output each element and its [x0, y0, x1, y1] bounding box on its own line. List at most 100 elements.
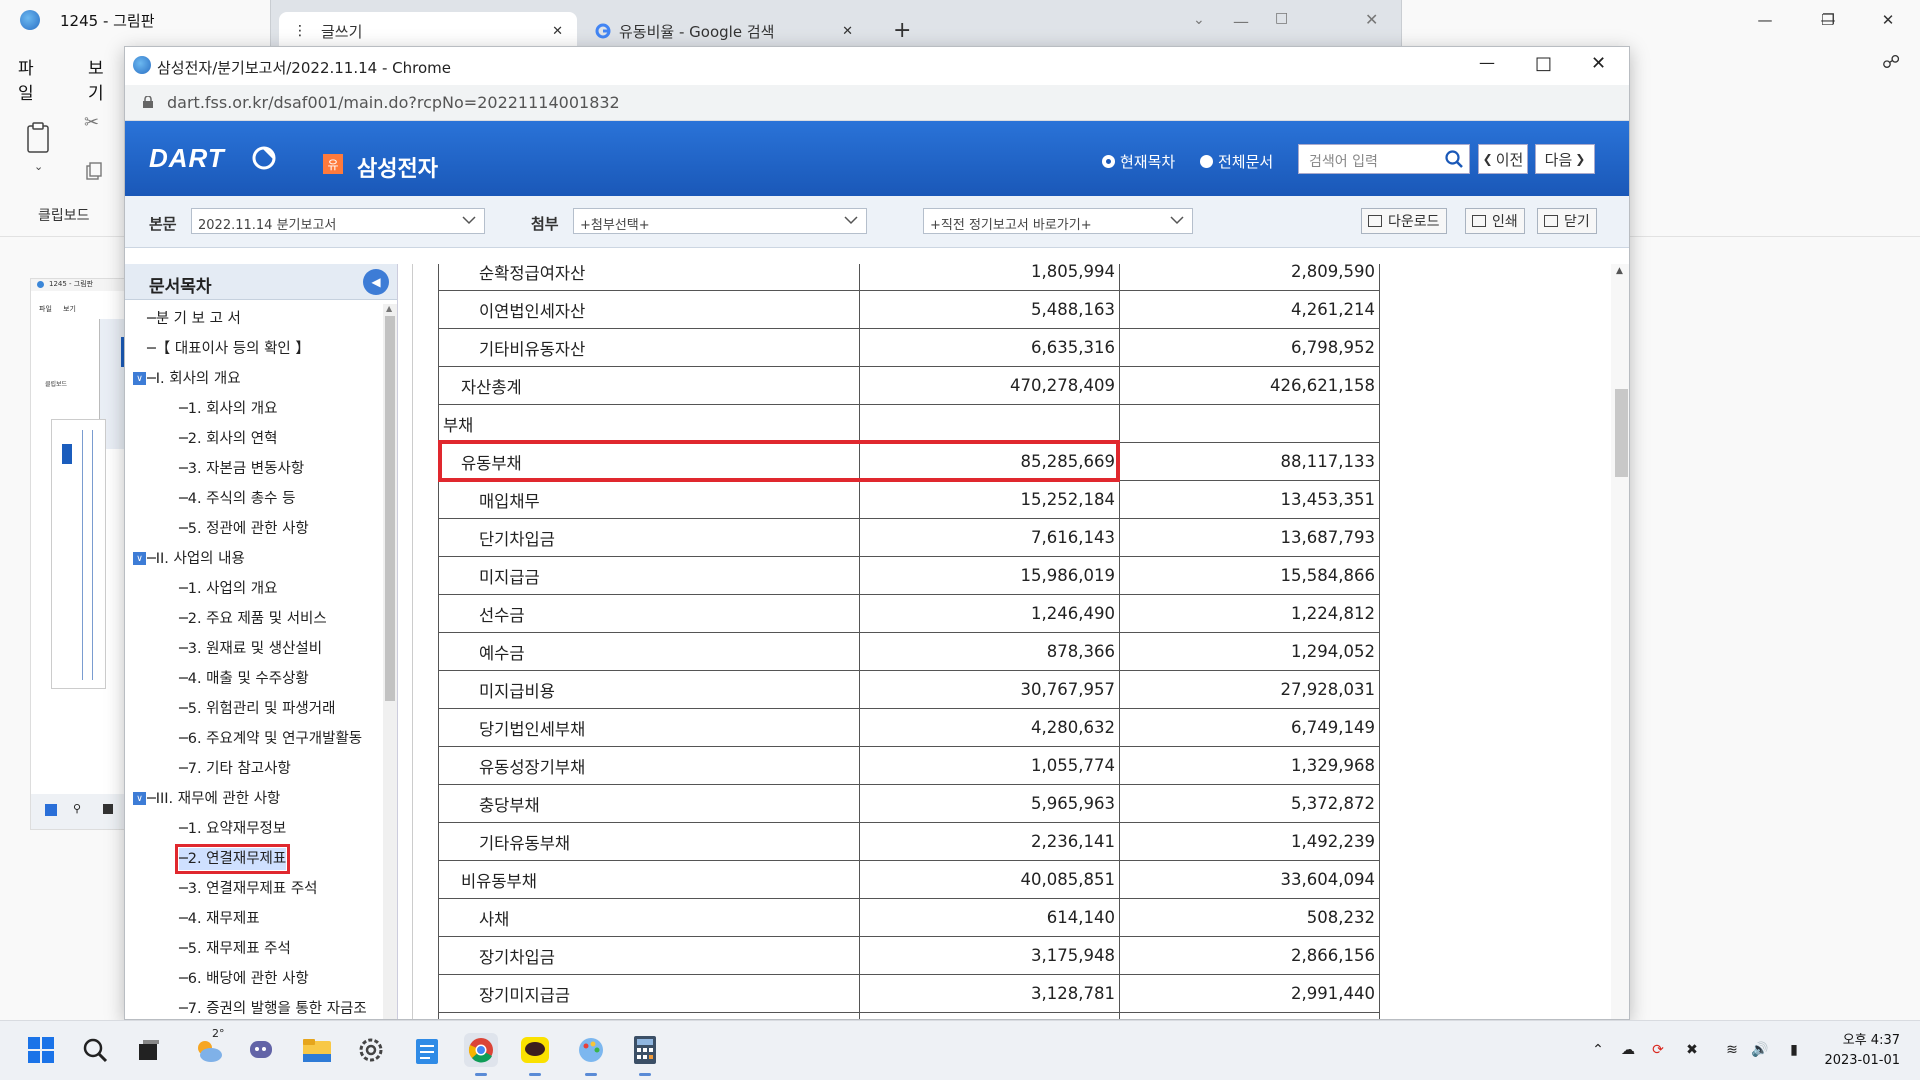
- volume-icon[interactable]: 🔊: [1750, 1040, 1770, 1060]
- toc-item[interactable]: ─1. 회사의 개요: [179, 398, 277, 420]
- scroll-up-icon[interactable]: ▲: [386, 304, 392, 313]
- calculator-icon[interactable]: [628, 1033, 662, 1076]
- chrome-maximize-icon[interactable]: □: [1535, 53, 1552, 74]
- share-icon[interactable]: ☍: [1882, 52, 1900, 73]
- url-text[interactable]: dart.fss.or.kr/dsaf001/main.do?rcpNo=202…: [167, 93, 620, 112]
- toc-item[interactable]: ─4. 매출 및 수주상황: [179, 668, 309, 690]
- chrome-icon[interactable]: [464, 1033, 498, 1076]
- toc-item[interactable]: ─2. 주요 제품 및 서비스: [179, 608, 327, 630]
- toc-item[interactable]: ─4. 주식의 총수 등: [179, 488, 295, 510]
- toc-item[interactable]: ─1. 요약재무정보: [179, 818, 286, 840]
- account-label: 유동부채: [438, 442, 860, 481]
- copy-icon[interactable]: [86, 162, 102, 180]
- notepad-icon[interactable]: [410, 1033, 444, 1067]
- scroll-up-icon[interactable]: ▲: [1616, 266, 1623, 276]
- teams-chat-icon[interactable]: [244, 1033, 278, 1067]
- account-label: 당기법인세부채: [438, 708, 860, 747]
- weather-icon[interactable]: 2°: [192, 1027, 226, 1067]
- thumb-taskbar: ⚲: [31, 794, 131, 829]
- toc-item[interactable]: ─분 기 보 고 서: [147, 308, 241, 330]
- toc-item[interactable]: ─7. 증권의 발행을 통한 자금조: [179, 998, 367, 1019]
- toc-item[interactable]: ─7. 기타 참고사항: [179, 758, 291, 780]
- body-select[interactable]: 2022.11.14 분기보고서: [191, 208, 485, 234]
- toc-expand-icon[interactable]: ∨: [133, 792, 146, 805]
- toc-item[interactable]: ─3. 자본금 변동사항: [179, 458, 304, 480]
- collapse-sidebar-icon[interactable]: ◀: [363, 269, 389, 295]
- toc-item[interactable]: ─5. 재무제표 주석: [179, 938, 291, 960]
- toc-expand-icon[interactable]: ∨: [133, 552, 146, 565]
- toc-item[interactable]: ─5. 위험관리 및 파생거래: [179, 698, 335, 720]
- chrome-close-icon[interactable]: ✕: [1591, 53, 1606, 74]
- search-icon[interactable]: [78, 1033, 112, 1067]
- paste-dropdown-icon[interactable]: ⌄: [34, 160, 43, 173]
- toc-item[interactable]: ─5. 정관에 관한 사항: [179, 518, 309, 540]
- attach-select[interactable]: +첨부선택+: [573, 208, 867, 234]
- toc-item[interactable]: ─3. 원재료 및 생산설비: [179, 638, 322, 660]
- bg-maximize-icon[interactable]: □: [1275, 10, 1288, 26]
- radio-current-toc[interactable]: 현재목차: [1102, 151, 1175, 172]
- close-button[interactable]: 닫기: [1537, 208, 1597, 234]
- dart-header: DART 유 삼성전자 현재목차 전체문서 검색어 입력 ❮ 이전 다음 ❯: [125, 121, 1629, 196]
- search-input[interactable]: 검색어 입력: [1298, 144, 1470, 174]
- radio-button[interactable]: [1200, 155, 1213, 168]
- tray-chevron-up-icon[interactable]: ⌃: [1588, 1040, 1608, 1060]
- sync-icon[interactable]: ⟳: [1648, 1040, 1668, 1060]
- paint-close-icon[interactable]: ✕: [1865, 6, 1911, 34]
- content-scroll-thumb[interactable]: [1615, 389, 1628, 477]
- download-button[interactable]: 다운로드: [1361, 208, 1447, 234]
- paint-minimize-icon[interactable]: —: [1742, 6, 1788, 34]
- start-icon[interactable]: [24, 1033, 58, 1067]
- toc-scroll-thumb[interactable]: [385, 316, 395, 701]
- radio-all-docs[interactable]: 전체문서: [1200, 151, 1273, 172]
- company-type-badge: 유: [323, 154, 343, 174]
- paint-taskbar-icon[interactable]: [574, 1033, 608, 1076]
- periodic-report-select[interactable]: +직전 정기보고서 바로가기+: [923, 208, 1193, 234]
- content-scrollbar[interactable]: ▲: [1611, 264, 1629, 1019]
- toc-item[interactable]: ─2. 회사의 연혁: [179, 428, 277, 450]
- table-row: 당기법인세부채 4,280,632 6,749,149: [438, 708, 1380, 747]
- file-explorer-icon[interactable]: [300, 1033, 334, 1067]
- new-tab-icon[interactable]: +: [893, 18, 911, 43]
- dots-icon: ⋮: [293, 23, 307, 39]
- toc-item[interactable]: ─III. 재무에 관한 사항: [147, 788, 280, 810]
- toc-item[interactable]: ─I. 회사의 개요: [147, 368, 241, 390]
- search-icon[interactable]: [1445, 150, 1463, 168]
- x-app-icon[interactable]: ✖: [1682, 1040, 1702, 1060]
- dart-logo[interactable]: DART: [149, 143, 225, 174]
- wifi-icon[interactable]: ≋: [1722, 1040, 1742, 1060]
- bg-close-icon[interactable]: ✕: [1365, 10, 1378, 29]
- toc-item[interactable]: ─II. 사업의 내용: [147, 548, 245, 570]
- bg-minimize-icon[interactable]: —: [1233, 12, 1249, 31]
- toc-item[interactable]: ─【 대표이사 등의 확인 】: [147, 338, 310, 360]
- toc-item[interactable]: ─6. 배당에 관한 사항: [179, 968, 309, 990]
- next-button[interactable]: 다음 ❯: [1535, 144, 1595, 174]
- cut-icon[interactable]: ✂: [84, 112, 99, 133]
- toc-item[interactable]: ─4. 재무제표: [179, 908, 260, 930]
- battery-icon[interactable]: ▮: [1784, 1040, 1804, 1060]
- kakaotalk-icon[interactable]: [518, 1033, 552, 1076]
- tab-search-chevron-icon[interactable]: ⌄: [1193, 12, 1205, 28]
- radio-button[interactable]: [1102, 155, 1115, 168]
- task-view-icon[interactable]: [132, 1033, 166, 1067]
- tab-close-icon[interactable]: ✕: [842, 24, 853, 39]
- account-label: 충당부채: [438, 784, 860, 823]
- system-clock[interactable]: 오후 4:37 2023-01-01: [1824, 1031, 1900, 1071]
- toc-item[interactable]: ─1. 사업의 개요: [179, 578, 277, 600]
- onedrive-icon[interactable]: ☁: [1618, 1040, 1638, 1060]
- paste-icon[interactable]: [26, 122, 52, 154]
- thumb-clipboard-label: 클립보드: [45, 381, 68, 388]
- prev-button[interactable]: ❮ 이전: [1478, 144, 1528, 174]
- paint-restore-icon[interactable]: ❐: [1805, 6, 1851, 34]
- toc-item[interactable]: ─6. 주요계약 및 연구개발활동: [179, 728, 362, 750]
- toc-scrollbar[interactable]: ▲: [383, 304, 397, 1019]
- tab-close-icon[interactable]: ✕: [552, 24, 563, 39]
- toc-item[interactable]: ─3. 연결재무제표 주석: [179, 878, 318, 900]
- settings-icon[interactable]: [354, 1033, 388, 1067]
- toc-expand-icon[interactable]: ∨: [133, 372, 146, 385]
- tab-write[interactable]: ⋮ 글쓰기 ✕: [279, 12, 577, 50]
- address-bar[interactable]: dart.fss.or.kr/dsaf001/main.do?rcpNo=202…: [125, 85, 1629, 121]
- print-button[interactable]: 인쇄: [1465, 208, 1525, 234]
- chrome-minimize-icon[interactable]: —: [1479, 53, 1495, 72]
- tab-google-search[interactable]: 유동비율 - Google 검색 ✕: [581, 12, 863, 50]
- toc-item-selected[interactable]: ─2. 연결재무제표: [174, 844, 291, 874]
